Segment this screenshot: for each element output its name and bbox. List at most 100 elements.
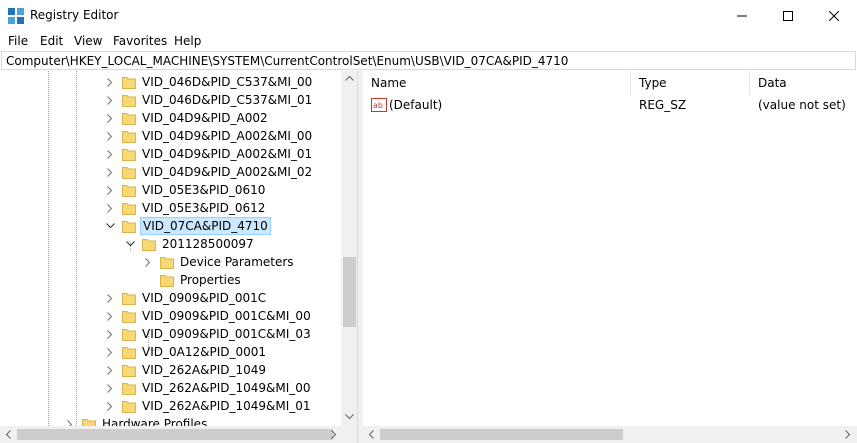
folder-icon (122, 111, 136, 125)
close-button[interactable] (811, 0, 857, 31)
tree-item-label: VID_262A&PID_1049 (142, 363, 267, 377)
values-horizontal-scrollbar[interactable] (363, 426, 857, 443)
tree-item[interactable]: Device Parameters (142, 253, 296, 271)
scroll-up-icon[interactable] (345, 75, 354, 81)
chevron-right-icon[interactable] (104, 184, 116, 196)
scroll-right-icon[interactable] (331, 430, 337, 439)
menu-edit[interactable]: Edit (40, 34, 63, 48)
chevron-down-icon[interactable] (104, 220, 116, 232)
scroll-right-icon[interactable] (845, 430, 851, 439)
minimize-icon (737, 15, 747, 16)
tree-item[interactable]: VID_0A12&PID_0001 (104, 343, 268, 361)
chevron-right-icon[interactable] (104, 364, 116, 376)
menu-help[interactable]: Help (174, 34, 201, 48)
tree-item[interactable]: VID_0909&PID_001C&MI_03 (104, 325, 313, 343)
chevron-right-icon[interactable] (104, 94, 116, 106)
value-row-default[interactable]: ab (Default) (371, 96, 621, 114)
tree-item[interactable]: VID_262A&PID_1049&MI_00 (104, 379, 313, 397)
tree-item-label: VID_046D&PID_C537&MI_00 (142, 75, 313, 89)
address-bar[interactable]: Computer\HKEY_LOCAL_MACHINE\SYSTEM\Curre… (1, 51, 856, 70)
chevron-right-icon[interactable] (104, 400, 116, 412)
folder-icon (122, 129, 136, 143)
tree-item[interactable]: VID_262A&PID_1049&MI_01 (104, 397, 313, 415)
tree-item[interactable]: VID_04D9&PID_A002 (104, 109, 270, 127)
tree-item[interactable]: VID_262A&PID_1049 (104, 361, 268, 379)
folder-icon (122, 201, 136, 215)
chevron-right-icon[interactable] (104, 382, 116, 394)
tree-item[interactable]: VID_05E3&PID_0612 (104, 199, 267, 217)
tree-horizontal-scroll-thumb[interactable] (17, 429, 333, 440)
tree-item[interactable]: VID_04D9&PID_A002&MI_02 (104, 163, 314, 181)
tree-horizontal-scrollbar[interactable] (0, 426, 341, 443)
folder-icon (122, 93, 136, 107)
tree-item[interactable]: VID_04D9&PID_A002&MI_01 (104, 145, 314, 163)
value-type: REG_SZ (639, 98, 687, 112)
value-name: (Default) (389, 98, 443, 112)
folder-icon (122, 399, 136, 413)
maximize-icon (783, 10, 793, 21)
folder-icon (160, 255, 174, 269)
minimize-button[interactable] (719, 0, 765, 31)
folder-icon (122, 327, 136, 341)
tree-item-label: VID_262A&PID_1049&MI_01 (142, 399, 311, 413)
chevron-right-icon[interactable] (104, 346, 116, 358)
tree-item[interactable]: Properties (142, 271, 243, 289)
folder-icon (122, 165, 136, 179)
scroll-corner (341, 426, 357, 443)
folder-icon (160, 273, 174, 287)
main-panes: VID_046D&PID_C537&MI_00 VID_046D&PID_C537… (0, 71, 857, 443)
tree-item-label: VID_262A&PID_1049&MI_00 (142, 381, 311, 395)
chevron-right-icon[interactable] (142, 256, 154, 268)
close-icon (829, 10, 839, 21)
scroll-down-icon[interactable] (345, 414, 354, 420)
tree-item-label: VID_04D9&PID_A002&MI_02 (142, 165, 313, 179)
key-tree-pane: VID_046D&PID_C537&MI_00 VID_046D&PID_C537… (0, 71, 358, 443)
tree-item[interactable]: VID_0909&PID_001C (104, 289, 268, 307)
column-header-data[interactable]: Data (750, 71, 857, 95)
folder-icon (122, 363, 136, 377)
folder-icon (122, 291, 136, 305)
values-horizontal-scroll-thumb[interactable] (380, 429, 623, 440)
chevron-right-icon[interactable] (104, 202, 116, 214)
chevron-right-icon[interactable] (104, 328, 116, 340)
tree-item-label: VID_046D&PID_C537&MI_01 (142, 93, 313, 107)
tree-item-label: VID_05E3&PID_0612 (142, 201, 266, 215)
tree-item-label: 201128500097 (162, 237, 254, 251)
tree-item-label: Device Parameters (180, 255, 294, 269)
window-title: Registry Editor (30, 8, 119, 22)
folder-icon (122, 147, 136, 161)
menu-bar: File Edit View Favorites Help (0, 31, 857, 51)
string-value-icon: ab (371, 98, 387, 112)
chevron-right-icon[interactable] (104, 76, 116, 88)
menu-favorites[interactable]: Favorites (113, 34, 167, 48)
tree-item[interactable]: VID_046D&PID_C537&MI_00 (104, 73, 314, 91)
tree-item[interactable]: VID_07CA&PID_4710 (104, 217, 271, 235)
folder-icon (122, 345, 136, 359)
folder-icon (122, 183, 136, 197)
tree-vertical-scroll-thumb[interactable] (343, 257, 356, 327)
tree-item[interactable]: VID_05E3&PID_0610 (104, 181, 267, 199)
column-header-type[interactable]: Type (631, 71, 750, 95)
address-path: Computer\HKEY_LOCAL_MACHINE\SYSTEM\Curre… (6, 54, 569, 68)
tree-item[interactable]: VID_0909&PID_001C&MI_00 (104, 307, 313, 325)
chevron-right-icon[interactable] (104, 166, 116, 178)
tree-item[interactable]: VID_04D9&PID_A002&MI_00 (104, 127, 314, 145)
maximize-button[interactable] (765, 0, 811, 31)
chevron-right-icon[interactable] (104, 112, 116, 124)
tree-vertical-scrollbar[interactable] (341, 71, 357, 426)
chevron-right-icon[interactable] (104, 310, 116, 322)
menu-file[interactable]: File (8, 34, 28, 48)
tree-item-label: VID_07CA&PID_4710 (140, 217, 271, 235)
folder-icon (142, 237, 156, 251)
column-header-name[interactable]: Name (363, 71, 631, 95)
menu-view[interactable]: View (74, 34, 102, 48)
chevron-right-icon[interactable] (104, 292, 116, 304)
tree-item[interactable]: VID_046D&PID_C537&MI_01 (104, 91, 314, 109)
scroll-left-icon[interactable] (368, 430, 374, 439)
scroll-left-icon[interactable] (5, 430, 11, 439)
tree-item-label: Properties (180, 273, 241, 287)
chevron-down-icon[interactable] (124, 238, 136, 250)
tree-item[interactable]: 201128500097 (124, 235, 256, 253)
chevron-right-icon[interactable] (104, 148, 116, 160)
chevron-right-icon[interactable] (104, 130, 116, 142)
